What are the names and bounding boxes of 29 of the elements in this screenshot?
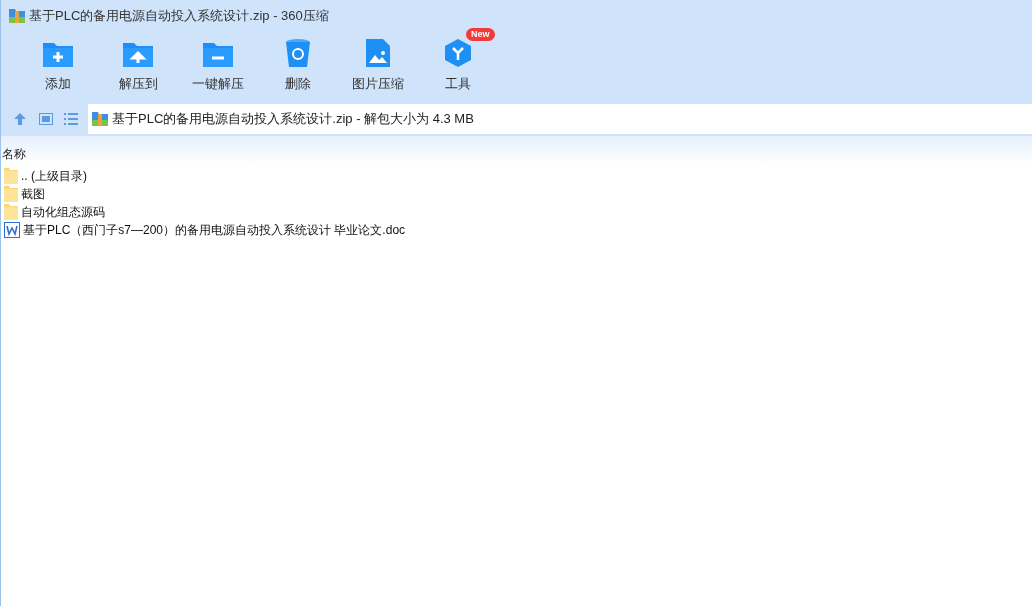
address-bar[interactable]: 基于PLC的备用电源自动投入系统设计.zip - 解包大小为 4.3 MB: [88, 104, 1032, 134]
word-document-icon: [4, 222, 20, 238]
toolbar-button[interactable]: 解压到: [98, 32, 178, 94]
file-name[interactable]: 自动化组态源码: [21, 203, 105, 221]
toolbar-button[interactable]: 删除: [258, 32, 338, 94]
folder-upload-icon: [122, 40, 154, 68]
folder-minus-icon: [202, 40, 234, 68]
list-view-icon[interactable]: [64, 113, 78, 125]
archive-icon: [9, 8, 25, 24]
image-file-icon: [365, 38, 391, 68]
folder-icon: [4, 186, 18, 202]
toolbar-button[interactable]: 添加: [18, 32, 98, 94]
toolbar-button[interactable]: 图片压缩: [338, 32, 418, 94]
trash-bin-icon: [285, 38, 311, 68]
file-name[interactable]: 截图: [21, 185, 45, 203]
new-badge: New: [466, 28, 495, 41]
thumbnail-view-icon[interactable]: [39, 113, 53, 125]
folder-icon: [4, 204, 18, 220]
column-header[interactable]: 名称: [1, 145, 26, 164]
toolbar-button[interactable]: 一键解压: [178, 32, 258, 94]
file-name[interactable]: 基于PLC（西门子s7—200）的备用电源自动投入系统设计 毕业论文.doc: [23, 221, 406, 239]
archive-icon: [92, 111, 108, 127]
folder-icon: [4, 168, 18, 184]
up-arrow-icon[interactable]: [13, 112, 27, 126]
address-text: 基于PLC的备用电源自动投入系统设计.zip - 解包大小为 4.3 MB: [112, 110, 474, 129]
hexagon-icon: [443, 38, 473, 68]
window-title: 基于PLC的备用电源自动投入系统设计.zip - 360压缩: [29, 7, 329, 26]
folder-plus-icon: [42, 40, 74, 68]
file-name[interactable]: .. (上级目录): [21, 167, 87, 185]
